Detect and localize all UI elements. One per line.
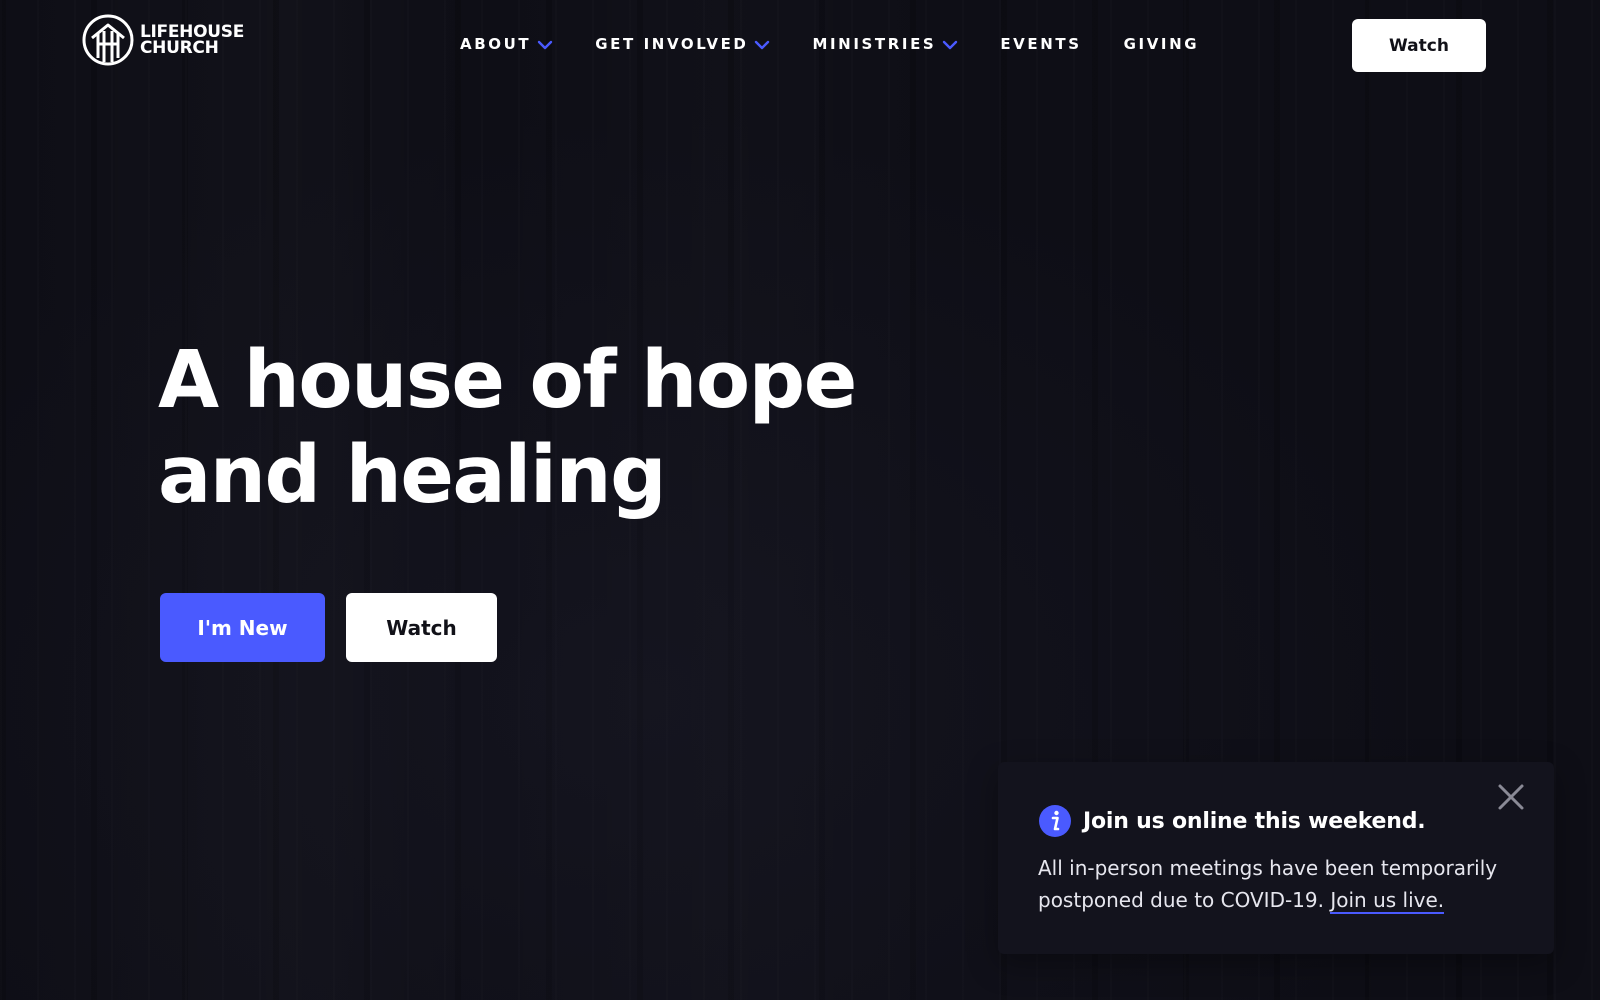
chevron-down-icon bbox=[943, 40, 958, 49]
nav-item-ministries[interactable]: MINISTRIES bbox=[812, 34, 958, 54]
hero-title-line-2: and healing bbox=[158, 429, 667, 521]
covid-notice-card: Join us online this weekend. All in-pers… bbox=[998, 762, 1554, 954]
nav-item-events[interactable]: EVENTS bbox=[1000, 34, 1081, 54]
close-icon[interactable] bbox=[1496, 782, 1526, 812]
logo-wordmark: LIFEHOUSE CHURCH bbox=[140, 24, 244, 58]
logo-link[interactable]: LIFEHOUSE CHURCH bbox=[82, 14, 244, 66]
notice-body: All in-person meetings have been tempora… bbox=[1038, 852, 1528, 916]
join-live-link[interactable]: Join us live. bbox=[1330, 888, 1445, 914]
nav-item-label: GET INVOLVED bbox=[595, 35, 749, 53]
header-watch-button[interactable]: Watch bbox=[1352, 19, 1486, 72]
nav-item-label: EVENTS bbox=[1000, 35, 1082, 53]
hero-title-line-1: A house of hope bbox=[158, 334, 857, 426]
site-header: LIFEHOUSE CHURCH ABOUT GET INVOLVED MINI… bbox=[0, 0, 1600, 90]
nav-item-label: ABOUT bbox=[460, 35, 532, 53]
im-new-button[interactable]: I'm New bbox=[160, 593, 325, 662]
nav-item-get-involved[interactable]: GET INVOLVED bbox=[595, 34, 770, 54]
nav-item-giving[interactable]: GIVING bbox=[1124, 34, 1200, 54]
chevron-down-icon bbox=[538, 40, 553, 49]
nav-item-label: GIVING bbox=[1123, 35, 1200, 53]
hero-title: A house of hope and healing bbox=[158, 333, 918, 523]
page: LIFEHOUSE CHURCH ABOUT GET INVOLVED MINI… bbox=[0, 0, 1600, 1000]
hero-watch-button[interactable]: Watch bbox=[346, 593, 497, 662]
notice-title: Join us online this weekend. bbox=[1083, 808, 1426, 834]
chevron-down-icon bbox=[755, 40, 770, 49]
house-circle-logo-icon bbox=[82, 14, 134, 66]
notice-header: Join us online this weekend. bbox=[1038, 804, 1426, 838]
nav-item-label: MINISTRIES bbox=[812, 35, 937, 53]
logo-line-2: CHURCH bbox=[140, 38, 219, 58]
nav-item-about[interactable]: ABOUT bbox=[460, 34, 553, 54]
main-nav: ABOUT GET INVOLVED MINISTRIES EVENTS GIV… bbox=[460, 34, 1241, 54]
info-icon bbox=[1039, 805, 1071, 837]
